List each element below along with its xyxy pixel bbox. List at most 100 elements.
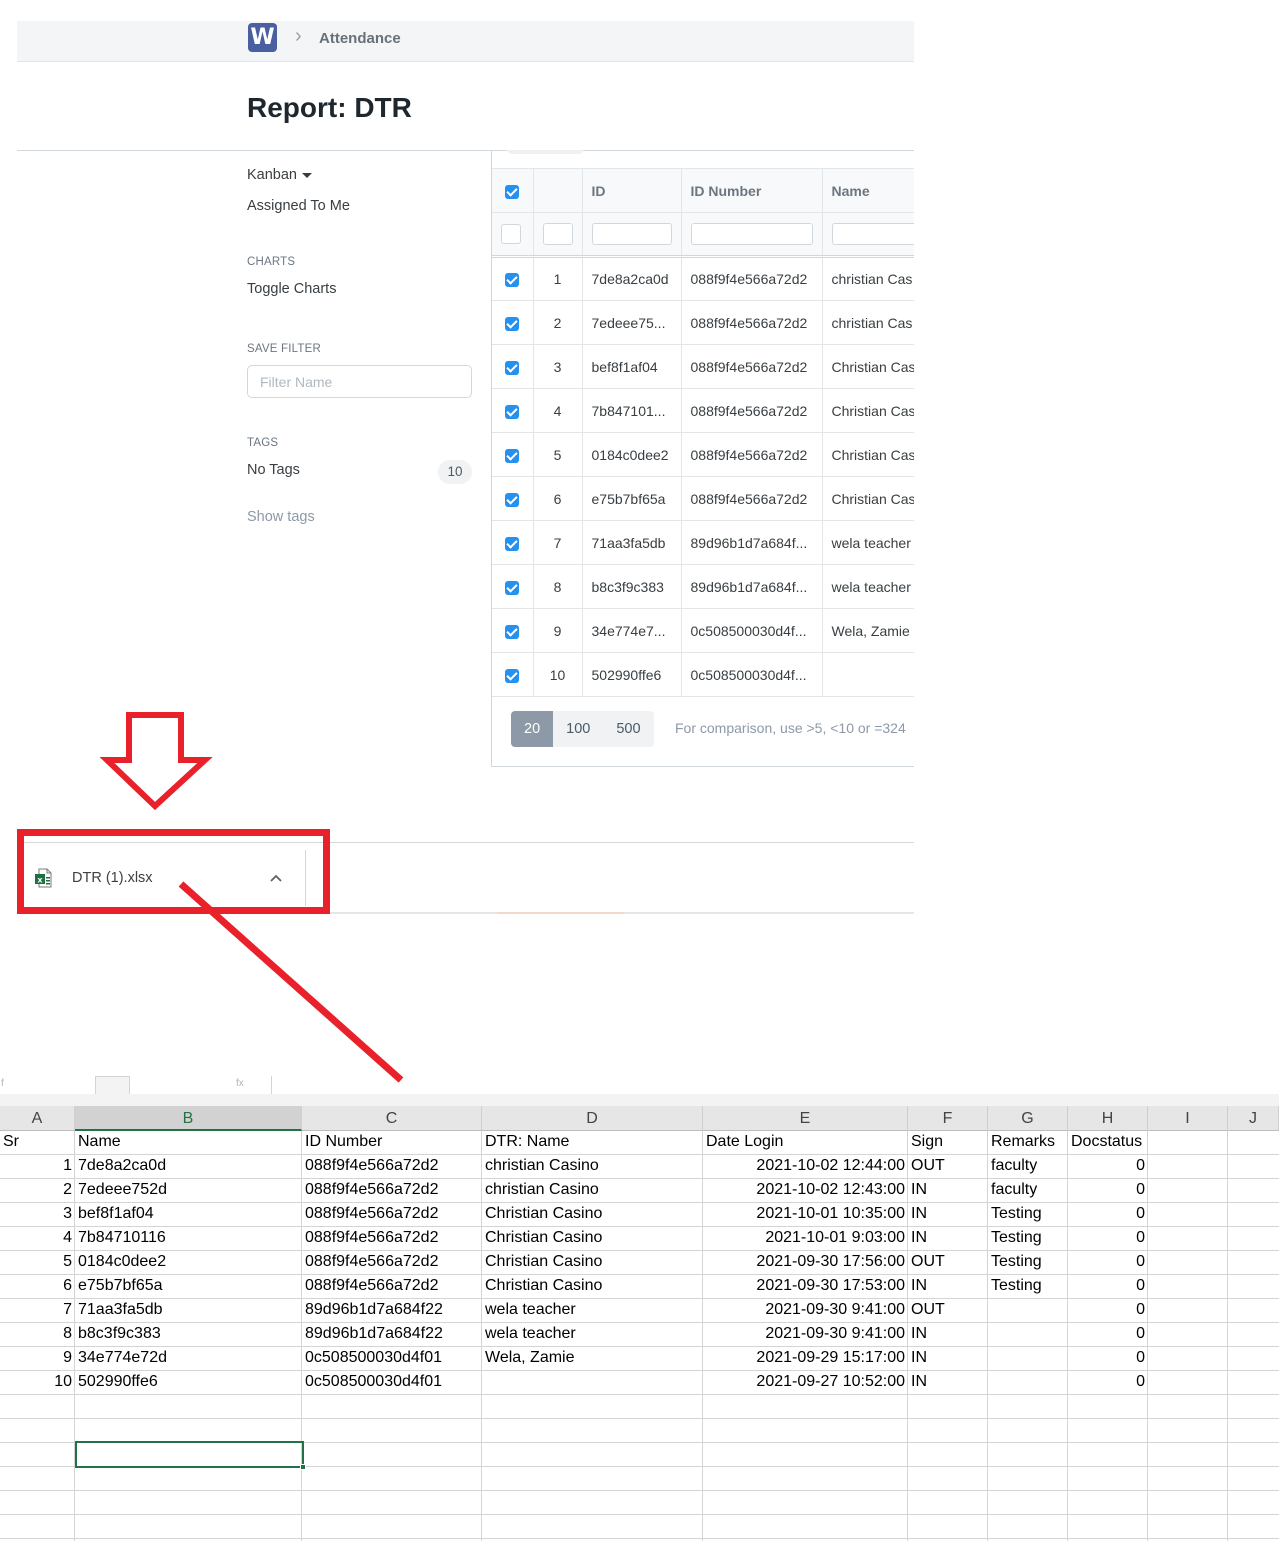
- sheet-cell-dtr-name[interactable]: wela teacher: [482, 1322, 703, 1346]
- sheet-cell-sr[interactable]: 2: [0, 1178, 75, 1202]
- column-header-g[interactable]: G: [988, 1106, 1068, 1131]
- sheet-cell-date-login[interactable]: 2021-10-01 9:03:00: [703, 1226, 908, 1250]
- sheet-cell-docstatus[interactable]: 0: [1068, 1178, 1148, 1202]
- column-header-e[interactable]: E: [703, 1106, 908, 1131]
- sheet-cell-dtr-name[interactable]: Christian Casino: [482, 1274, 703, 1298]
- sheet-cell-docstatus[interactable]: 0: [1068, 1274, 1148, 1298]
- sheet-cell-name[interactable]: 34e774e72d: [75, 1346, 302, 1370]
- sheet-cell-id-number[interactable]: 088f9f4e566a72d2: [302, 1226, 482, 1250]
- sheet-cell-docstatus[interactable]: 0: [1068, 1226, 1148, 1250]
- sheet-header-cell[interactable]: DTR: Name: [482, 1130, 703, 1154]
- sheet-cell-sr[interactable]: 10: [0, 1370, 75, 1394]
- sheet-cell-sign[interactable]: IN: [908, 1322, 988, 1346]
- sheet-cell-id-number[interactable]: 088f9f4e566a72d2: [302, 1274, 482, 1298]
- sheet-cell-sign[interactable]: IN: [908, 1346, 988, 1370]
- sheet-cell-id-number[interactable]: 89d96b1d7a684f22: [302, 1298, 482, 1322]
- sheet-cell-id-number[interactable]: 088f9f4e566a72d2: [302, 1202, 482, 1226]
- sheet-cell-name[interactable]: 7de8a2ca0d: [75, 1154, 302, 1178]
- sheet-cell-remarks[interactable]: faculty: [988, 1154, 1068, 1178]
- sheet-cell-remarks[interactable]: faculty: [988, 1178, 1068, 1202]
- sheet-cell-docstatus[interactable]: 0: [1068, 1322, 1148, 1346]
- sheet-cell-sr[interactable]: 6: [0, 1274, 75, 1298]
- sheet-cell-date-login[interactable]: 2021-09-30 9:41:00: [703, 1298, 908, 1322]
- sheet-cell-id-number[interactable]: 088f9f4e566a72d2: [302, 1154, 482, 1178]
- sheet-cell-sr[interactable]: 7: [0, 1298, 75, 1322]
- column-header-a[interactable]: A: [0, 1106, 75, 1131]
- sheet-header-cell[interactable]: Sr: [0, 1130, 75, 1154]
- sheet-cell-sign[interactable]: IN: [908, 1226, 988, 1250]
- sheet-cell-sr[interactable]: 9: [0, 1346, 75, 1370]
- sheet-cell-remarks[interactable]: [988, 1370, 1068, 1394]
- sheet-cell-name[interactable]: 502990ffe6: [75, 1370, 302, 1394]
- sheet-header-cell[interactable]: Date Login: [703, 1130, 908, 1154]
- sheet-header-cell[interactable]: Remarks: [988, 1130, 1068, 1154]
- sheet-cell-dtr-name[interactable]: Wela, Zamie: [482, 1346, 703, 1370]
- sheet-cell-id-number[interactable]: 0c508500030d4f01: [302, 1346, 482, 1370]
- sheet-cell-dtr-name[interactable]: Christian Casino: [482, 1250, 703, 1274]
- sheet-cell-date-login[interactable]: 2021-10-01 10:35:00: [703, 1202, 908, 1226]
- sheet-cell-remarks[interactable]: Testing: [988, 1226, 1068, 1250]
- sheet-cell-docstatus[interactable]: 0: [1068, 1346, 1148, 1370]
- column-header-d[interactable]: D: [482, 1106, 703, 1131]
- sheet-cell-remarks[interactable]: [988, 1346, 1068, 1370]
- sheet-cell-remarks[interactable]: [988, 1298, 1068, 1322]
- sheet-cell-remarks[interactable]: Testing: [988, 1274, 1068, 1298]
- sheet-cell-docstatus[interactable]: 0: [1068, 1202, 1148, 1226]
- fx-icon[interactable]: fx: [236, 1078, 244, 1089]
- sheet-cell-docstatus[interactable]: 0: [1068, 1370, 1148, 1394]
- sheet-cell-date-login[interactable]: 2021-09-27 10:52:00: [703, 1370, 908, 1394]
- sheet-cell-docstatus[interactable]: 0: [1068, 1298, 1148, 1322]
- sheet-cell-remarks[interactable]: Testing: [988, 1202, 1068, 1226]
- sheet-cell-date-login[interactable]: 2021-09-30 9:41:00: [703, 1322, 908, 1346]
- sheet-header-cell[interactable]: Name: [75, 1130, 302, 1154]
- sheet-cell-dtr-name[interactable]: christian Casino: [482, 1154, 703, 1178]
- sheet-cell-sign[interactable]: OUT: [908, 1298, 988, 1322]
- column-header-f[interactable]: F: [908, 1106, 988, 1131]
- selected-cell-b14[interactable]: [75, 1441, 304, 1468]
- sheet-cell-dtr-name[interactable]: Christian Casino: [482, 1226, 703, 1250]
- sheet-cell-name[interactable]: bef8f1af04: [75, 1202, 302, 1226]
- sheet-cell-id-number[interactable]: 0c508500030d4f01: [302, 1370, 482, 1394]
- sheet-cell-sr[interactable]: 4: [0, 1226, 75, 1250]
- sheet-cell-docstatus[interactable]: 0: [1068, 1250, 1148, 1274]
- sheet-header-cell[interactable]: Sign: [908, 1130, 988, 1154]
- name-box-tab[interactable]: [95, 1076, 130, 1094]
- sheet-header-cell[interactable]: ID Number: [302, 1130, 482, 1154]
- sheet-cell-name[interactable]: 71aa3fa5db: [75, 1298, 302, 1322]
- sheet-header-cell[interactable]: Docstatus: [1068, 1130, 1148, 1154]
- sheet-cell-sr[interactable]: 1: [0, 1154, 75, 1178]
- sheet-cell-sr[interactable]: 5: [0, 1250, 75, 1274]
- sheet-cell-dtr-name[interactable]: christian Casino: [482, 1178, 703, 1202]
- sheet-cell-id-number[interactable]: 088f9f4e566a72d2: [302, 1178, 482, 1202]
- sheet-cell-name[interactable]: 0184c0dee2: [75, 1250, 302, 1274]
- column-header-c[interactable]: C: [302, 1106, 482, 1131]
- sheet-cell-name[interactable]: 7b84710116: [75, 1226, 302, 1250]
- sheet-cell-date-login[interactable]: 2021-10-02 12:43:00: [703, 1178, 908, 1202]
- sheet-cell-id-number[interactable]: 088f9f4e566a72d2: [302, 1250, 482, 1274]
- sheet-cell-docstatus[interactable]: 0: [1068, 1154, 1148, 1178]
- sheet-cell-sr[interactable]: 8: [0, 1322, 75, 1346]
- sheet-cell-name[interactable]: b8c3f9c383: [75, 1322, 302, 1346]
- sheet-cell-sign[interactable]: IN: [908, 1202, 988, 1226]
- column-header-b[interactable]: B: [75, 1106, 302, 1131]
- sheet-cell-dtr-name[interactable]: [482, 1370, 703, 1394]
- sheet-cell-remarks[interactable]: Testing: [988, 1250, 1068, 1274]
- sheet-cell-name[interactable]: e75b7bf65a: [75, 1274, 302, 1298]
- sheet-cell-sign[interactable]: OUT: [908, 1154, 988, 1178]
- sheet-cell-date-login[interactable]: 2021-10-02 12:44:00: [703, 1154, 908, 1178]
- sheet-cell-date-login[interactable]: 2021-09-30 17:53:00: [703, 1274, 908, 1298]
- sheet-cell-sign[interactable]: IN: [908, 1274, 988, 1298]
- sheet-cell-sign[interactable]: OUT: [908, 1250, 988, 1274]
- column-header-j[interactable]: J: [1228, 1106, 1279, 1131]
- sheet-cell-dtr-name[interactable]: wela teacher: [482, 1298, 703, 1322]
- sheet-cell-date-login[interactable]: 2021-09-29 15:17:00: [703, 1346, 908, 1370]
- sheet-cell-sign[interactable]: IN: [908, 1178, 988, 1202]
- column-header-h[interactable]: H: [1068, 1106, 1148, 1131]
- sheet-cell-sr[interactable]: 3: [0, 1202, 75, 1226]
- sheet-cell-sign[interactable]: IN: [908, 1370, 988, 1394]
- sheet-cell-remarks[interactable]: [988, 1322, 1068, 1346]
- fill-handle[interactable]: [300, 1464, 306, 1470]
- sheet-cell-date-login[interactable]: 2021-09-30 17:56:00: [703, 1250, 908, 1274]
- sheet-cell-id-number[interactable]: 89d96b1d7a684f22: [302, 1322, 482, 1346]
- sheet-cell-dtr-name[interactable]: Christian Casino: [482, 1202, 703, 1226]
